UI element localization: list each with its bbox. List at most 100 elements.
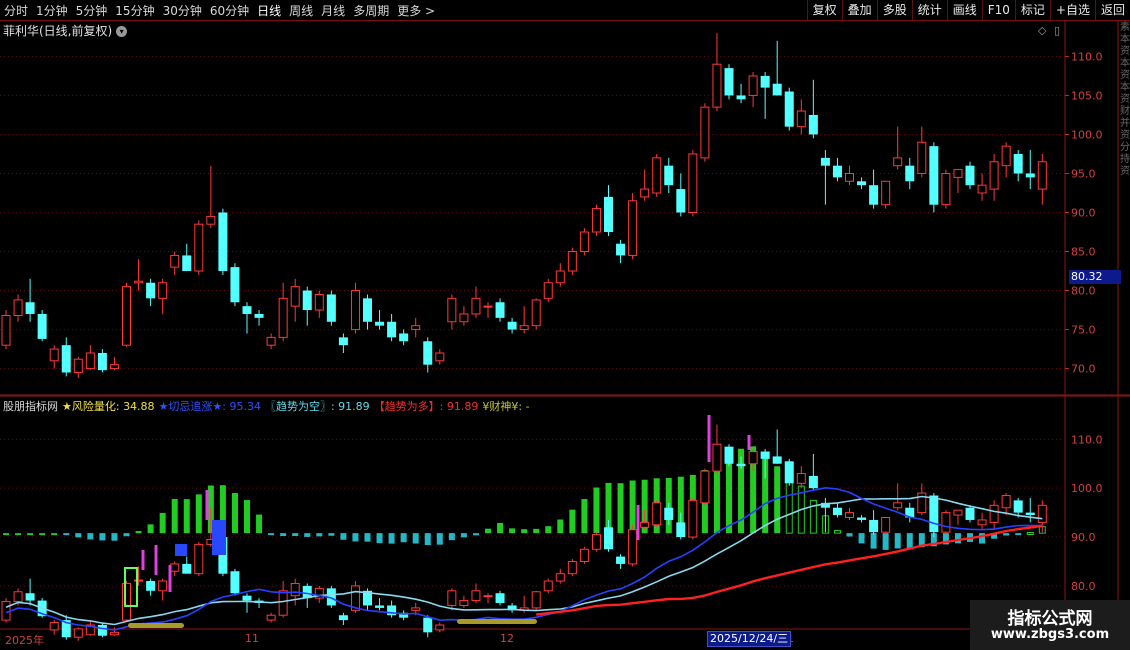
trend-bar-7 bbox=[87, 533, 94, 540]
main-candle-20 bbox=[242, 306, 252, 314]
sub-candle-41 bbox=[495, 593, 505, 604]
sub-candle-67 bbox=[808, 475, 818, 489]
sub-candle-52 bbox=[628, 529, 638, 565]
main-candle-40 bbox=[483, 305, 493, 308]
main-candle-78 bbox=[941, 172, 951, 206]
x-axis-label-1: 11 bbox=[245, 632, 259, 645]
trend-bar-51 bbox=[617, 483, 624, 534]
sub-candle-55 bbox=[664, 507, 674, 520]
main-candle-29 bbox=[350, 290, 360, 331]
trend-bar-25 bbox=[304, 533, 311, 537]
main-axis-label-6: 80.0 bbox=[1071, 285, 1096, 298]
main-candle-10 bbox=[122, 286, 131, 346]
main-candle-24 bbox=[290, 286, 300, 307]
sub-candle-56 bbox=[676, 522, 686, 538]
sub-candle-34 bbox=[411, 607, 421, 611]
trend-bar-27 bbox=[328, 533, 335, 536]
trend-bar-37 bbox=[448, 533, 455, 541]
legend-item-4: 【趋势为多】: 91.89 bbox=[373, 400, 479, 413]
main-candle-71 bbox=[857, 181, 867, 186]
main-candle-79 bbox=[953, 169, 963, 178]
sub-candle-1 bbox=[13, 591, 23, 603]
main-candle-70 bbox=[845, 172, 854, 182]
spike-2 bbox=[168, 565, 172, 592]
main-candle-66 bbox=[796, 110, 806, 128]
main-candle-37 bbox=[447, 297, 457, 323]
main-candle-53 bbox=[640, 188, 650, 198]
trend-bar-32 bbox=[388, 533, 395, 544]
trend-bar-73 bbox=[882, 533, 889, 550]
sub-candle-0 bbox=[1, 601, 11, 621]
main-candle-5 bbox=[61, 345, 71, 373]
sub-candle-35 bbox=[423, 617, 433, 633]
main-candle-17 bbox=[206, 215, 216, 225]
kline-chart[interactable]: 110.0 105.0 100.0 95.0 90.0 85.0 80.0 75.0 70.0 1… bbox=[0, 0, 1130, 650]
main-candle-26 bbox=[314, 293, 324, 311]
sub-candle-8 bbox=[97, 625, 107, 636]
main-candle-84 bbox=[1013, 153, 1023, 174]
sub-candle-10 bbox=[122, 582, 131, 621]
sub-candle-50 bbox=[604, 527, 613, 550]
main-candle-30 bbox=[363, 298, 372, 322]
main-candle-65 bbox=[784, 91, 794, 127]
trend-bar-28 bbox=[340, 533, 347, 540]
trend-bar-83 bbox=[1003, 533, 1010, 536]
main-candle-12 bbox=[146, 282, 156, 299]
sub-candle-82 bbox=[989, 504, 999, 523]
sub-candle-60 bbox=[724, 446, 734, 464]
spike-1 bbox=[154, 545, 158, 575]
main-candle-72 bbox=[869, 185, 879, 205]
legend-item-0: 股朋指标网 bbox=[3, 400, 58, 413]
main-candle-60 bbox=[724, 68, 734, 96]
trend-bar-40 bbox=[485, 528, 491, 534]
sub-candle-46 bbox=[555, 573, 565, 582]
main-candle-83 bbox=[1001, 145, 1011, 167]
main-candle-22 bbox=[266, 336, 276, 346]
trend-bar-29 bbox=[352, 533, 359, 542]
main-candle-28 bbox=[338, 337, 348, 346]
main-candle-34 bbox=[411, 325, 421, 331]
main-candle-36 bbox=[435, 352, 445, 362]
sub-candle-57 bbox=[688, 499, 698, 538]
sub-axis-label-3: 80.0 bbox=[1071, 580, 1096, 593]
trend-bar-20 bbox=[244, 500, 250, 534]
trend-bar-10 bbox=[123, 533, 130, 537]
main-candle-61 bbox=[736, 95, 746, 100]
spike-0 bbox=[141, 550, 145, 570]
trend-bar-46 bbox=[557, 519, 564, 534]
sub-candle-44 bbox=[531, 591, 541, 609]
main-candle-32 bbox=[387, 321, 397, 338]
main-candle-63 bbox=[760, 75, 770, 88]
sub-axis-label-2: 90.0 bbox=[1071, 531, 1096, 544]
trend-bar-19 bbox=[231, 492, 238, 534]
main-candle-54 bbox=[652, 157, 662, 194]
main-axis-label-0: 110.0 bbox=[1071, 50, 1103, 63]
main-candle-58 bbox=[700, 106, 710, 159]
watermark: 指标公式网 www.zbgs3.com bbox=[970, 600, 1130, 650]
main-candle-3 bbox=[37, 313, 47, 339]
main-candle-74 bbox=[893, 157, 903, 167]
sub-candle-85 bbox=[1025, 512, 1035, 516]
watermark-url: www.zbgs3.com bbox=[990, 627, 1110, 642]
trend-bar-4 bbox=[51, 533, 58, 536]
side-info-strip[interactable]: 素本资本资本资财并资分持资 bbox=[1120, 22, 1130, 178]
sub-candle-72 bbox=[869, 519, 879, 533]
main-candle-27 bbox=[326, 294, 336, 322]
main-candle-68 bbox=[820, 157, 830, 166]
sub-candle-20 bbox=[242, 595, 252, 601]
main-candle-42 bbox=[507, 321, 517, 330]
main-candle-49 bbox=[591, 208, 601, 233]
main-candle-43 bbox=[519, 325, 529, 331]
sub-candle-66 bbox=[796, 473, 806, 484]
trend-bar-2 bbox=[27, 533, 34, 536]
sub-candle-70 bbox=[845, 512, 854, 519]
main-axis-label-7: 75.0 bbox=[1071, 324, 1096, 337]
trend-bar-44 bbox=[533, 528, 540, 534]
main-candle-47 bbox=[567, 251, 577, 272]
main-candle-85 bbox=[1025, 173, 1035, 178]
signal-bar-2 bbox=[457, 619, 537, 624]
main-candle-69 bbox=[832, 165, 842, 178]
sub-candle-79 bbox=[953, 509, 963, 516]
sub-candle-40 bbox=[483, 595, 493, 598]
sub-candle-16 bbox=[194, 543, 204, 575]
